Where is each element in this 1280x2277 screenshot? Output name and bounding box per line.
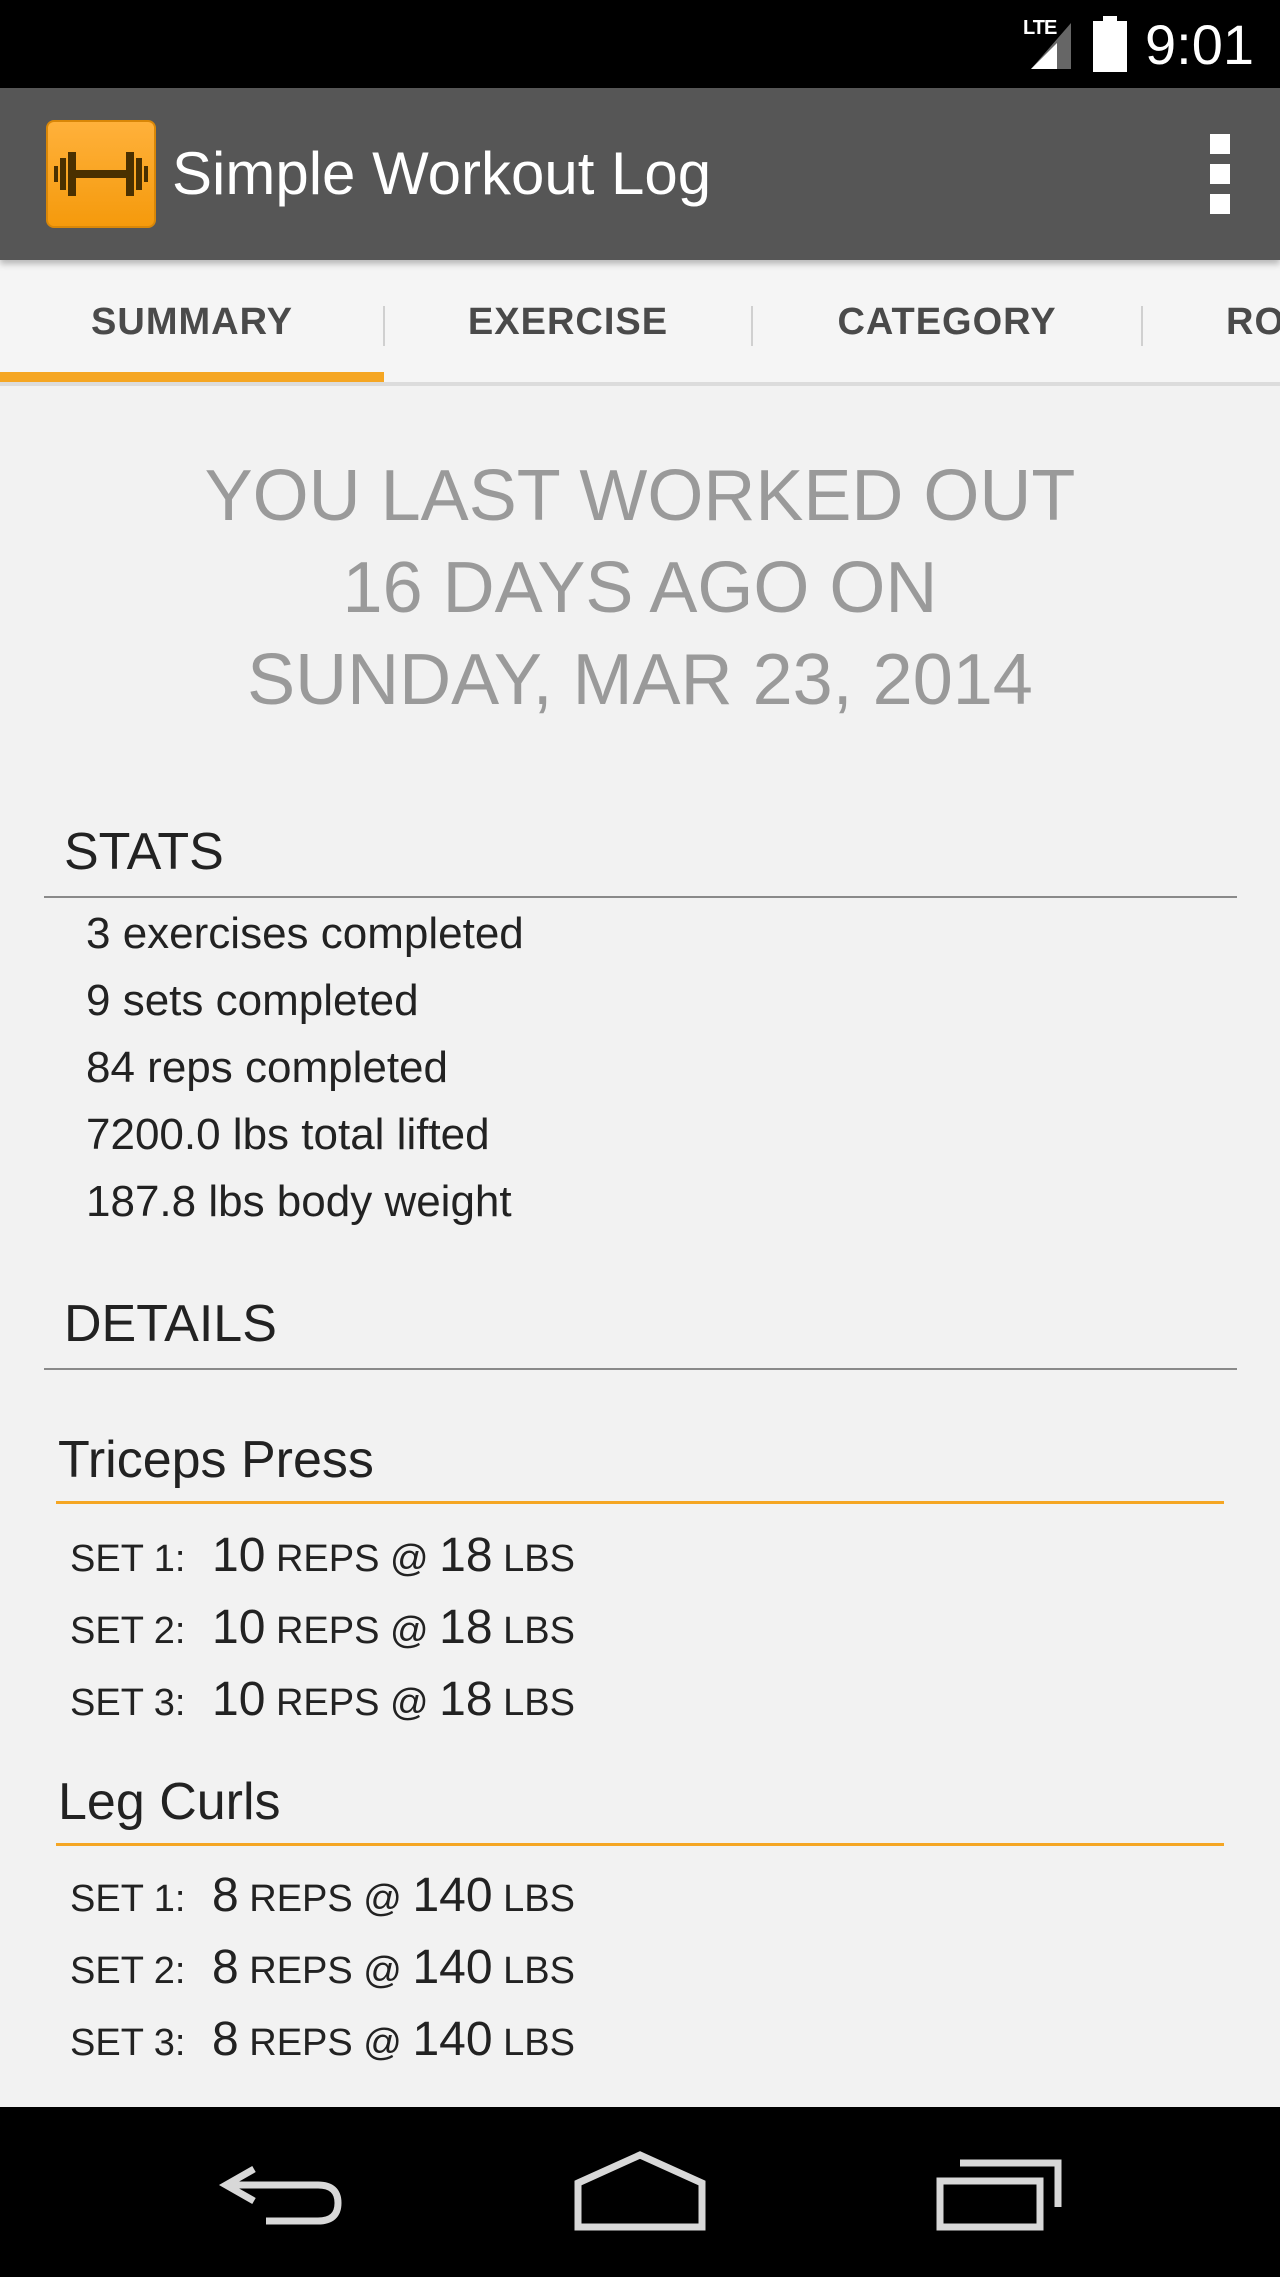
tab-routine[interactable]: RO [1200, 260, 1280, 382]
stat-exercises: 3 exercises completed [86, 909, 524, 958]
tab-exercise[interactable]: EXERCISE [384, 260, 752, 382]
set-weight: 140 [412, 2013, 493, 2066]
stat-sets: 9 sets completed [86, 976, 419, 1025]
set-label: SET 1: [70, 1538, 186, 1580]
headline-line-3: SUNDAY, MAR 23, 2014 [247, 640, 1033, 720]
headline-line-2: 16 DAYS AGO ON [342, 548, 938, 628]
set-row: SET 1: 10 REPS @ 18 LBS [70, 1528, 575, 1588]
set-weight: 18 [439, 1529, 493, 1582]
set-label: SET 2: [70, 1610, 186, 1652]
set-weight-unit: LBS [503, 1950, 575, 1992]
stat-body-weight: 187.8 lbs body weight [86, 1177, 512, 1226]
set-reps-unit: REPS @ [275, 1682, 429, 1724]
set-reps: 8 [212, 2013, 239, 2066]
set-reps-unit: REPS @ [275, 1610, 429, 1652]
set-label: SET 1: [70, 1878, 186, 1920]
stats-list: 3 exercises completed 9 sets completed 8… [86, 900, 524, 1235]
stat-reps: 84 reps completed [86, 1043, 448, 1092]
tab-divider [1141, 306, 1143, 346]
network-type-label: LTE [1023, 17, 1057, 39]
tab-summary[interactable]: SUMMARY [0, 260, 384, 382]
set-weight: 140 [412, 1941, 493, 1994]
status-time: 9:01 [1145, 12, 1254, 76]
set-row: SET 2: 8 REPS @ 140 LBS [70, 1940, 575, 2000]
set-reps-unit: REPS @ [249, 1878, 402, 1920]
set-reps-unit: REPS @ [249, 1950, 402, 1992]
lte-signal-icon: LTE [1017, 15, 1075, 73]
set-weight-unit: LBS [503, 2022, 575, 2064]
set-label: SET 3: [70, 1682, 186, 1724]
set-weight: 18 [439, 1601, 493, 1654]
battery-icon [1093, 16, 1127, 72]
set-reps: 10 [212, 1673, 266, 1726]
app-title: Simple Workout Log [172, 140, 712, 207]
set-reps: 10 [212, 1601, 266, 1654]
back-icon[interactable] [214, 2147, 354, 2237]
set-reps-unit: REPS @ [249, 2022, 402, 2064]
headline-line-1: YOU LAST WORKED OUT [204, 456, 1076, 536]
exercise-title: Leg Curls [56, 1772, 1224, 1846]
set-weight-unit: LBS [503, 1538, 575, 1580]
set-weight: 18 [439, 1673, 493, 1726]
set-row: SET 2: 10 REPS @ 18 LBS [70, 1600, 575, 1660]
set-reps-unit: REPS @ [275, 1538, 429, 1580]
set-label: SET 2: [70, 1950, 186, 1992]
exercise-title: Triceps Press [56, 1430, 1224, 1504]
overflow-dot [1210, 194, 1230, 214]
set-row: SET 3: 10 REPS @ 18 LBS [70, 1672, 575, 1732]
set-reps: 10 [212, 1529, 266, 1582]
set-weight-unit: LBS [503, 1610, 575, 1652]
set-weight: 140 [412, 1869, 493, 1922]
stat-total-lifted: 7200.0 lbs total lifted [86, 1110, 490, 1159]
set-weight-unit: LBS [503, 1878, 575, 1920]
overflow-menu-icon[interactable] [1200, 134, 1240, 214]
action-bar: Simple Workout Log [0, 88, 1280, 260]
set-reps: 8 [212, 1941, 239, 1994]
stats-header: STATS [44, 822, 1237, 898]
last-workout-headline: YOU LAST WORKED OUT 16 DAYS AGO ON SUNDA… [0, 450, 1280, 726]
selected-tab-indicator [0, 372, 384, 382]
set-weight-unit: LBS [503, 1682, 575, 1724]
status-bar: LTE 9:01 [0, 0, 1280, 88]
set-reps: 8 [212, 1869, 239, 1922]
tab-bar: SUMMARY EXERCISE CATEGORY RO [0, 260, 1280, 386]
status-icons: LTE 9:01 [1017, 0, 1254, 88]
navigation-bar [0, 2107, 1280, 2277]
tab-category[interactable]: CATEGORY [752, 260, 1142, 382]
set-row: SET 3: 8 REPS @ 140 LBS [70, 2012, 575, 2072]
set-label: SET 3: [70, 2022, 186, 2064]
details-header: DETAILS [44, 1294, 1237, 1370]
overflow-dot [1210, 164, 1230, 184]
overflow-dot [1210, 134, 1230, 154]
dumbbell-icon[interactable] [46, 120, 156, 228]
set-row: SET 1: 8 REPS @ 140 LBS [70, 1868, 575, 1928]
recents-icon[interactable] [930, 2147, 1070, 2237]
home-icon[interactable] [570, 2147, 710, 2237]
